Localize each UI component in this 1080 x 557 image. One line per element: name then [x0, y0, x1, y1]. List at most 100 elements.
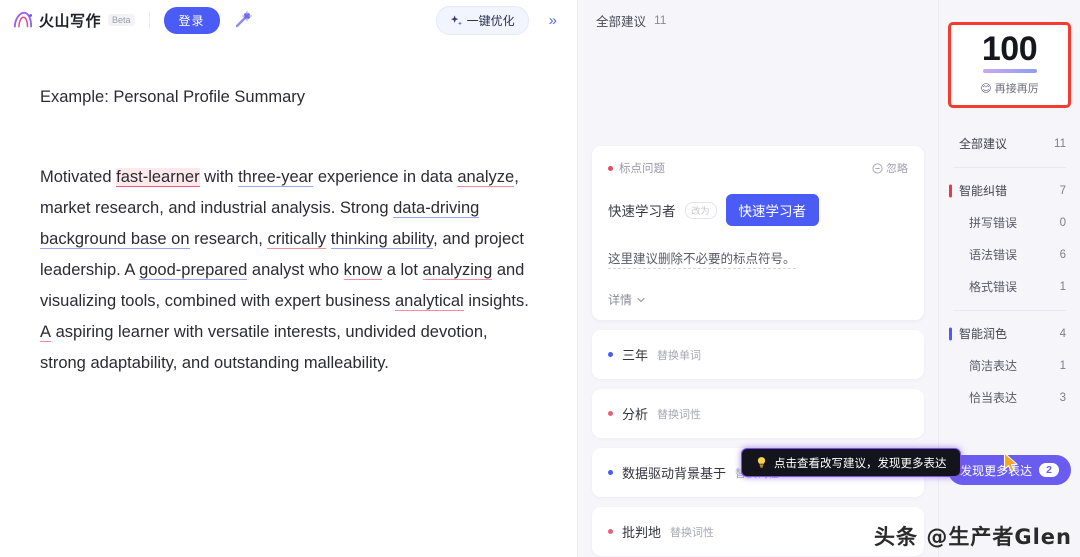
nav-item-count: 4 — [1059, 327, 1066, 340]
rewrite-hint-text: 点击查看改写建议，发现更多表达 — [774, 457, 947, 470]
nav-item-count: 3 — [1059, 391, 1066, 404]
editor-column: 火山写作 Beta 登录 一键优化 » Example: Personal Pr… — [0, 0, 578, 557]
change-to-pill: 改为 — [684, 201, 717, 219]
nav-marker-icon — [949, 184, 952, 198]
document-body[interactable]: Motivated fast-learner with three-year e… — [40, 162, 537, 379]
score-emoji-icon: 😊 — [980, 82, 992, 95]
nav-item-count: 11 — [1054, 137, 1066, 150]
nav-item-appropriate-expression[interactable]: 恰当表达 3 — [939, 382, 1080, 414]
chevron-down-icon — [637, 297, 645, 302]
brand[interactable]: 火山写作 Beta — [12, 10, 135, 31]
marked-text-good-prepared[interactable]: good-prepared — [139, 261, 248, 281]
marked-text-a[interactable]: A — [40, 323, 52, 343]
watermark: 头条 @生产者Glen — [874, 525, 1072, 549]
top-toolbar: 火山写作 Beta 登录 一键优化 » — [0, 0, 577, 40]
suggestion-card-active[interactable]: 标点问题 忽略 快速学习者 改为 快速学习者 这里建议删除不必要的标点符号。 详… — [592, 146, 924, 320]
suggestion-row-text: 数据驱动背景基于 — [622, 466, 727, 481]
nav-item-count: 7 — [1059, 184, 1066, 197]
nav-item-all-suggestions[interactable]: 全部建议 11 — [939, 128, 1080, 160]
nav-item-grammar-errors[interactable]: 语法错误 6 — [939, 239, 1080, 271]
suggestions-scroll-area[interactable]: 标点问题 忽略 快速学习者 改为 快速学习者 这里建议删除不必要的标点符号。 详… — [578, 40, 938, 557]
document-title: Example: Personal Profile Summary — [40, 88, 306, 106]
suggestion-details-toggle[interactable]: 详情 — [608, 291, 908, 308]
ignore-label: 忽略 — [886, 163, 908, 175]
suggestions-header: 全部建议 11 — [578, 0, 938, 40]
sparkle-icon — [450, 14, 462, 25]
nav-item-label: 智能纠错 — [959, 184, 1008, 199]
nav-item-label: 简洁表达 — [969, 359, 1018, 374]
suggestion-row[interactable]: 分析 替换词性 — [592, 389, 924, 438]
original-text: 快速学习者 — [608, 204, 676, 219]
suggestion-card-tag: 标点问题 — [608, 160, 665, 176]
lightbulb-icon — [757, 457, 766, 468]
ignore-button[interactable]: 忽略 — [872, 160, 908, 176]
suggestion-row-tag: 替换单词 — [657, 349, 702, 362]
score-caption-text: 再接再厉 — [994, 82, 1039, 95]
document-editor[interactable]: Example: Personal Profile Summary Motiva… — [0, 40, 577, 557]
marked-text-fast-learner[interactable]: fast-learner — [116, 168, 200, 188]
suggestion-row-text: 批判地 — [622, 525, 662, 540]
nav-item-label: 格式错误 — [969, 280, 1018, 295]
severity-dot-icon — [608, 165, 613, 171]
severity-dot-icon — [608, 529, 613, 534]
volcano-logo-icon — [13, 11, 33, 28]
suggestion-details-label: 详情 — [608, 293, 633, 307]
severity-dot-icon — [608, 411, 613, 416]
nav-item-count: 6 — [1059, 248, 1066, 261]
marked-text-analyze[interactable]: analyze — [457, 168, 515, 188]
nav-item-count: 0 — [1059, 216, 1066, 229]
one-click-optimize-button[interactable]: 一键优化 — [435, 5, 529, 35]
nav-item-smart-correction[interactable]: 智能纠错 7 — [939, 175, 1080, 207]
nav-item-label: 拼写错误 — [969, 216, 1018, 231]
nav-item-label: 语法错误 — [969, 248, 1018, 263]
score-underline — [982, 68, 1037, 73]
toolbar-divider — [148, 12, 150, 28]
nav-item-label: 恰当表达 — [969, 391, 1018, 406]
login-button[interactable]: 登录 — [163, 6, 220, 34]
nav-item-count: 1 — [1059, 280, 1066, 293]
brand-name: 火山写作 — [39, 12, 102, 30]
apply-replacement-button[interactable]: 快速学习者 — [725, 194, 820, 226]
discover-more-badge: 2 — [1039, 463, 1059, 477]
suggestion-row-tag: 替换词性 — [670, 526, 715, 539]
suggestion-card-header: 标点问题 忽略 — [608, 160, 908, 176]
nav-marker-icon — [949, 327, 952, 341]
suggestion-row-tag: 替换词性 — [657, 408, 702, 421]
magic-wand-icon[interactable] — [230, 7, 256, 33]
suggestions-header-label: 全部建议 — [596, 14, 647, 29]
suggestions-header-count: 11 — [654, 13, 667, 27]
nav-divider — [953, 166, 1066, 168]
suggestion-fix-row: 快速学习者 改为 快速学习者 — [608, 194, 908, 226]
marked-text-know[interactable]: know — [343, 261, 383, 281]
suggestion-description: 这里建议删除不必要的标点符号。 — [608, 248, 796, 269]
one-click-optimize-label: 一键优化 — [466, 13, 515, 28]
circle-minus-icon — [872, 162, 883, 174]
suggestion-row-text: 分析 — [622, 407, 649, 422]
marked-text-thinking-ability[interactable]: thinking ability — [330, 230, 434, 250]
nav-item-count: 1 — [1059, 359, 1066, 372]
nav-item-spelling-errors[interactable]: 拼写错误 0 — [939, 207, 1080, 239]
marked-text-critically[interactable]: critically — [267, 230, 327, 250]
discover-more-expressions-button[interactable]: 发现更多表达 2 — [948, 455, 1071, 485]
nav-divider — [953, 309, 1066, 311]
score-caption: 😊 再接再厉 — [951, 80, 1068, 96]
rewrite-hint-tooltip: 点击查看改写建议，发现更多表达 — [741, 448, 961, 477]
nav-item-concise-expression[interactable]: 简洁表达 1 — [939, 350, 1080, 382]
marked-text-analytical[interactable]: analytical — [394, 292, 464, 312]
app-root: 火山写作 Beta 登录 一键优化 » Example: Personal Pr… — [0, 0, 1080, 557]
collapse-panel-button[interactable]: » — [543, 10, 563, 31]
score-value: 100 — [981, 30, 1038, 68]
marked-text-three-year[interactable]: three-year — [238, 168, 314, 188]
discover-more-label: 发现更多表达 — [960, 463, 1033, 478]
nav-item-label: 智能润色 — [959, 327, 1008, 342]
score-card: 100 😊 再接再厉 — [948, 22, 1071, 108]
nav-item-smart-polish[interactable]: 智能润色 4 — [939, 318, 1080, 350]
marked-text-analyzing[interactable]: analyzing — [422, 261, 493, 281]
beta-tag: Beta — [108, 14, 135, 26]
suggestion-row[interactable]: 三年 替换单词 — [592, 330, 924, 379]
severity-dot-icon — [608, 470, 613, 475]
suggestion-card-tag-label: 标点问题 — [619, 163, 665, 175]
suggestion-row-text: 三年 — [622, 348, 649, 363]
nav-item-format-errors[interactable]: 格式错误 1 — [939, 271, 1080, 303]
nav-item-label: 全部建议 — [959, 137, 1008, 152]
